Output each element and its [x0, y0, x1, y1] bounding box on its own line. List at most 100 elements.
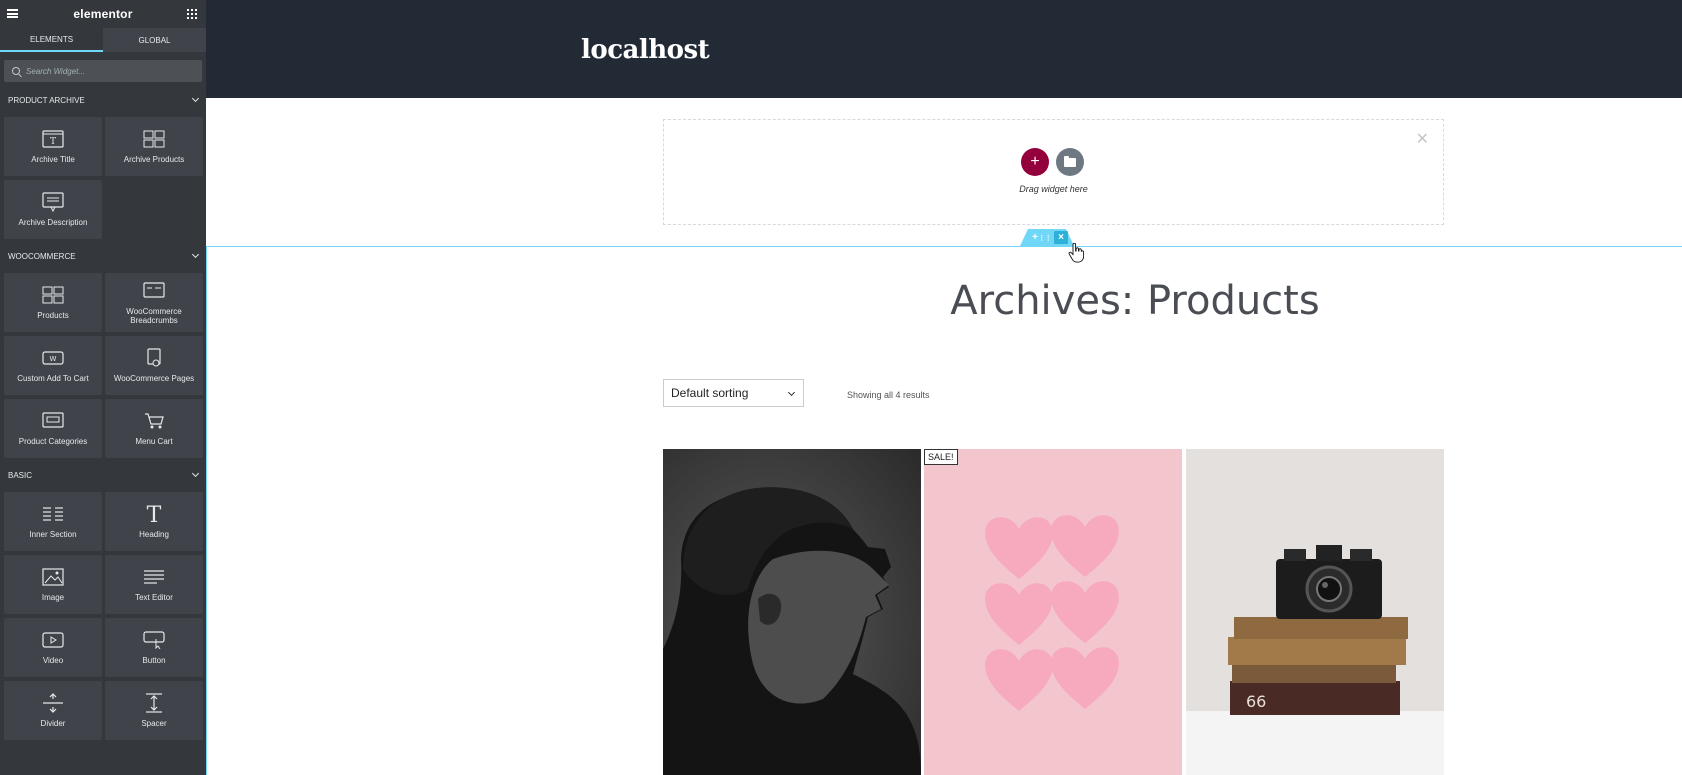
category-header-0[interactable]: PRODUCT ARCHIVE — [0, 88, 206, 112]
product-categories-icon — [42, 411, 64, 431]
empty-section-dropzone[interactable]: ✕ + Drag widget here — [663, 119, 1444, 225]
woo-pages-icon — [143, 348, 165, 368]
drag-widget-hint: Drag widget here — [1019, 184, 1088, 194]
chevron-down-icon — [191, 250, 200, 259]
widget-button[interactable]: Button — [105, 618, 203, 677]
widget-add-to-cart[interactable]: W Custom Add To Cart — [4, 336, 102, 395]
widget-label: Heading — [139, 530, 169, 539]
portrait-photo — [663, 449, 921, 775]
products-icon — [42, 285, 64, 305]
widget-label: Archive Title — [31, 155, 75, 164]
widget-inner-section[interactable]: Inner Section — [4, 492, 102, 551]
archive-title-icon: T — [42, 129, 64, 149]
widget-label: Text Editor — [135, 593, 173, 602]
product-image-camera[interactable]: 66 — [1186, 449, 1444, 775]
section-outline-left — [206, 246, 207, 775]
tab-global[interactable]: GLOBAL — [103, 28, 206, 52]
menu-icon[interactable] — [7, 9, 18, 18]
category-title: BASIC — [8, 470, 33, 480]
widget-divider[interactable]: Divider — [4, 681, 102, 740]
widget-archive-title[interactable]: T Archive Title — [4, 117, 102, 176]
svg-text:T: T — [147, 504, 162, 524]
cart-icon — [143, 411, 165, 431]
breadcrumbs-icon — [143, 281, 165, 301]
widget-grid: Inner Section T Heading Image Text Editor Vid… — [0, 487, 206, 745]
archive-description-icon — [42, 192, 64, 212]
delete-section-icon[interactable]: × — [1054, 231, 1068, 244]
close-icon[interactable]: ✕ — [1416, 132, 1429, 148]
elementor-logo: elementor — [73, 7, 133, 21]
search-icon — [12, 67, 20, 75]
widget-label: Video — [42, 656, 64, 665]
widget-label: Menu Cart — [135, 437, 173, 446]
widget-label: Archive Description — [18, 218, 88, 227]
search-widget-input[interactable] — [26, 66, 186, 76]
widget-woo-pages[interactable]: WooCommerce Pages — [105, 336, 203, 395]
panel-tabs: ELEMENTS GLOBAL — [0, 28, 206, 52]
widget-label: Products — [37, 311, 69, 320]
preview-canvas: localhost ✕ + Drag widget here + ⋮⋮⋮ × A… — [206, 0, 1682, 775]
sorting-select[interactable]: Default sorting — [663, 379, 804, 407]
product-image-hearts[interactable] — [924, 449, 1182, 775]
widget-label: Archive Products — [123, 155, 185, 164]
widget-label: WooCommerce Breadcrumbs — [126, 306, 182, 325]
section-handle: + ⋮⋮⋮ × — [1020, 229, 1074, 246]
button-icon — [143, 630, 165, 650]
widget-label: Product Categories — [18, 437, 88, 446]
sorting-select-value: Default sorting — [671, 386, 749, 400]
add-section-button[interactable]: + — [1021, 148, 1049, 176]
archive-title-text: Archives: Products — [950, 278, 1320, 324]
result-count: Showing all 4 results — [847, 390, 930, 400]
chevron-down-icon — [787, 388, 796, 397]
widget-image[interactable]: Image — [4, 555, 102, 614]
camera-photo: 66 — [1186, 449, 1444, 775]
hearts-photo — [924, 449, 1182, 775]
add-template-button[interactable] — [1056, 148, 1084, 176]
svg-text:T: T — [50, 137, 56, 147]
chevron-down-icon — [191, 94, 200, 103]
widget-product-categories[interactable]: Product Categories — [4, 399, 102, 458]
archive-products-icon — [143, 129, 165, 149]
site-title[interactable]: localhost — [581, 35, 710, 65]
divider-icon — [42, 693, 64, 713]
folder-icon — [1064, 155, 1076, 167]
product-image-portrait[interactable] — [663, 449, 921, 775]
drag-handle-icon[interactable]: ⋮⋮⋮ — [1038, 231, 1058, 244]
widget-spacer[interactable]: Spacer — [105, 681, 203, 740]
widget-label: Spacer — [141, 719, 167, 728]
widget-label: Custom Add To Cart — [17, 374, 89, 383]
image-icon — [42, 567, 64, 587]
widget-label: Inner Section — [29, 530, 77, 539]
widget-products[interactable]: Products — [4, 273, 102, 332]
spacer-icon — [143, 693, 165, 713]
tab-elements[interactable]: ELEMENTS — [0, 28, 103, 52]
widget-label: Button — [142, 656, 166, 665]
widget-cart[interactable]: Menu Cart — [105, 399, 203, 458]
category-header-1[interactable]: WOOCOMMERCE — [0, 244, 206, 268]
site-header: localhost — [206, 0, 1682, 98]
category-title: WOOCOMMERCE — [8, 251, 76, 261]
widget-archive-products[interactable]: Archive Products — [105, 117, 203, 176]
archive-title: Archives: Products — [206, 278, 1673, 324]
sale-badge: SALE! — [924, 449, 958, 465]
widget-grid: T Archive Title Archive Products Archive De… — [0, 112, 206, 244]
category-title: PRODUCT ARCHIVE — [8, 95, 85, 105]
heading-icon: T — [143, 504, 165, 524]
svg-text:66: 66 — [1246, 692, 1266, 711]
inner-section-icon — [42, 504, 64, 524]
elementor-panel: elementor ELEMENTS GLOBAL PRODUCT ARCHIV… — [0, 0, 206, 775]
widget-categories: PRODUCT ARCHIVE T Archive Title Archive Pro… — [0, 88, 206, 745]
text-editor-icon — [143, 567, 165, 587]
widget-heading[interactable]: T Heading — [105, 492, 203, 551]
category-header-2[interactable]: BASIC — [0, 463, 206, 487]
widget-label: Image — [41, 593, 65, 602]
hand-cursor-icon — [1068, 243, 1084, 263]
widget-text-editor[interactable]: Text Editor — [105, 555, 203, 614]
widget-video[interactable]: Video — [4, 618, 102, 677]
widget-breadcrumbs[interactable]: WooCommerce Breadcrumbs — [105, 273, 203, 332]
widgets-grid-icon[interactable] — [187, 9, 197, 19]
svg-text:W: W — [50, 355, 57, 363]
widget-label: WooCommerce Pages — [113, 374, 195, 383]
widget-archive-description[interactable]: Archive Description — [4, 180, 102, 239]
widget-label: Divider — [40, 719, 66, 728]
